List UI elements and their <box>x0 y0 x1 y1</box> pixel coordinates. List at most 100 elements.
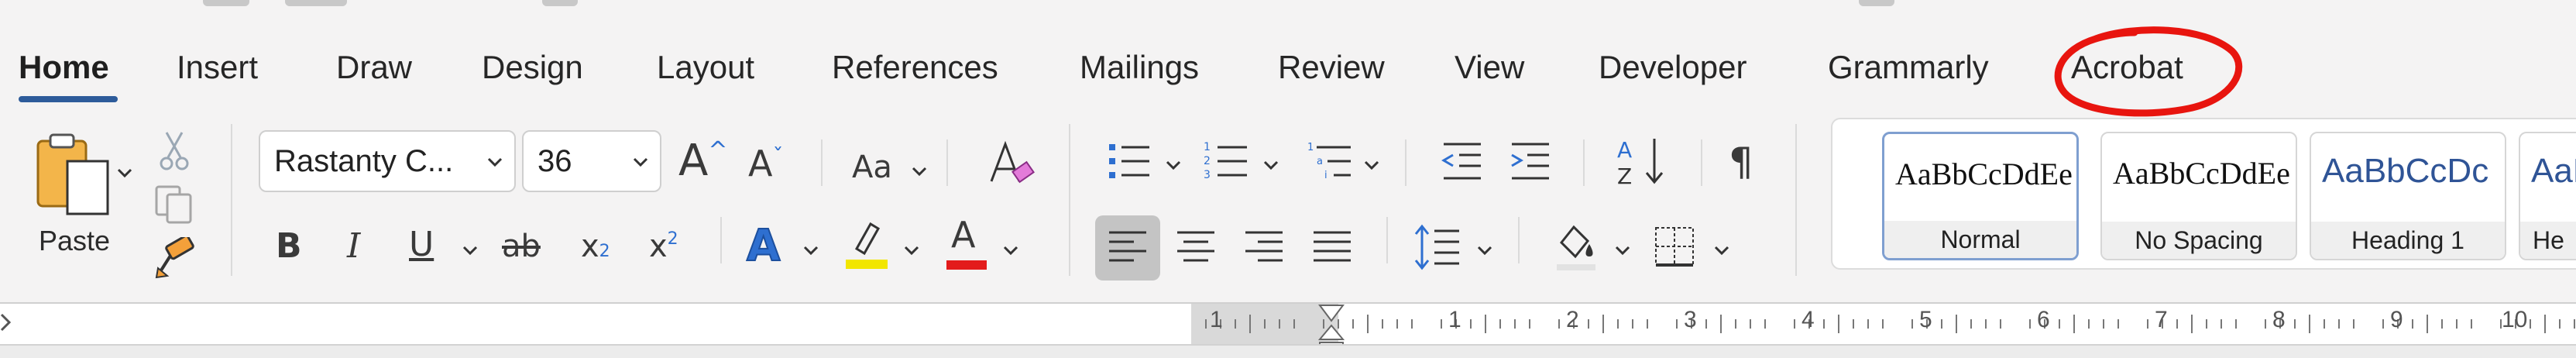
active-tab-indicator <box>19 96 118 102</box>
tab-insert[interactable]: Insert <box>177 48 258 87</box>
grow-font-button[interactable]: A^ <box>678 139 727 183</box>
increase-indent-button[interactable] <box>1507 139 1554 183</box>
tab-home[interactable]: Home <box>19 48 109 87</box>
cut-button[interactable] <box>155 129 194 172</box>
ruler-number: 5 <box>1919 307 1932 332</box>
style-name: No Spacing <box>2102 222 2296 259</box>
font-name-value: Rastanty C... <box>274 144 454 178</box>
style-heading-2[interactable]: AaBbC He <box>2519 132 2576 260</box>
shrink-font-button[interactable]: Aˇ <box>748 146 783 182</box>
copy-button[interactable] <box>152 183 197 226</box>
change-case-label: Aa <box>852 150 892 185</box>
text-effects-button[interactable]: A <box>746 224 781 269</box>
line-spacing-button[interactable] <box>1411 222 1462 273</box>
tab-layout[interactable]: Layout <box>657 48 754 87</box>
borders-button[interactable] <box>1651 223 1698 270</box>
tab-review[interactable]: Review <box>1278 48 1385 87</box>
style-name: Heading 1 <box>2311 222 2505 259</box>
ruler-number: 2 <box>1566 307 1579 332</box>
sort-button[interactable]: A Z <box>1614 133 1670 189</box>
tab-mailings[interactable]: Mailings <box>1080 48 1199 87</box>
font-color-button[interactable]: A <box>943 217 990 271</box>
document-edge <box>0 344 2576 358</box>
numbering-button[interactable]: 1 2 3 <box>1200 138 1250 184</box>
numbering-icon: 1 2 3 <box>1204 141 1247 181</box>
tab-grammarly[interactable]: Grammarly <box>1828 48 1989 87</box>
font-color-swatch <box>946 260 987 270</box>
tab-view[interactable]: View <box>1455 48 1524 87</box>
font-color-chevron-down-icon[interactable] <box>1002 242 1019 259</box>
group-separator <box>1069 124 1070 276</box>
multilevel-chevron-down-icon[interactable] <box>1363 157 1380 174</box>
superscript-button[interactable]: x2 <box>649 231 678 263</box>
underline-label: U <box>409 225 434 264</box>
paste-icon <box>36 133 109 215</box>
subscript-button[interactable]: x2 <box>581 231 610 262</box>
svg-text:i: i <box>1324 170 1327 181</box>
font-size-dropdown[interactable]: 36 <box>522 130 661 192</box>
multilevel-list-button[interactable]: 1 a i <box>1304 138 1354 184</box>
tab-references[interactable]: References <box>832 48 998 87</box>
multilevel-list-icon: 1 a i <box>1307 142 1351 181</box>
align-left-button[interactable] <box>1106 226 1149 270</box>
ruler-number: 3 <box>1684 307 1697 332</box>
title-bar-fragment <box>285 0 347 6</box>
text-effects-chevron-down-icon[interactable] <box>802 242 819 259</box>
align-right-icon <box>1245 231 1283 262</box>
underline-chevron-down-icon[interactable] <box>462 242 479 259</box>
strikethrough-label: ab <box>502 229 541 264</box>
svg-text:1: 1 <box>1307 142 1314 153</box>
align-center-icon <box>1177 231 1214 262</box>
subscript-mark: 2 <box>599 242 610 261</box>
style-normal[interactable]: AaBbCcDdEe Normal <box>1882 132 2079 260</box>
shading-icon <box>1557 225 1595 270</box>
tab-draw[interactable]: Draw <box>336 48 412 87</box>
text-effects-icon: A <box>746 221 781 271</box>
highlight-button[interactable] <box>841 217 892 271</box>
svg-text:Z: Z <box>1617 164 1632 188</box>
svg-text:2: 2 <box>1204 155 1211 167</box>
style-heading-1[interactable]: AaBbCcDc Heading 1 <box>2310 132 2506 260</box>
align-center-button[interactable] <box>1174 226 1218 270</box>
paste-options-chevron-down-icon[interactable] <box>116 164 133 181</box>
ribbon-tab-bar: Home Insert Draw Design Layout Reference… <box>0 0 2576 117</box>
borders-chevron-down-icon[interactable] <box>1713 242 1730 259</box>
style-no-spacing[interactable]: AaBbCcDdEe No Spacing <box>2100 132 2297 260</box>
decrease-indent-button[interactable] <box>1439 139 1485 183</box>
format-painter-button[interactable] <box>152 236 198 281</box>
ruler-scroll-arrow-icon[interactable] <box>0 313 11 332</box>
font-name-dropdown[interactable]: Rastanty C... <box>259 130 516 192</box>
justify-button[interactable] <box>1310 226 1354 270</box>
show-formatting-button[interactable]: ¶ <box>1729 143 1753 181</box>
tab-design[interactable]: Design <box>482 48 583 87</box>
align-right-button[interactable] <box>1242 226 1286 270</box>
clear-formatting-icon <box>990 140 1035 184</box>
change-case-chevron-down-icon[interactable] <box>911 163 928 180</box>
strikethrough-button[interactable]: ab <box>502 231 541 262</box>
bold-button[interactable]: B <box>276 229 302 263</box>
highlight-chevron-down-icon[interactable] <box>903 242 920 259</box>
ruler-number: 4 <box>1801 307 1815 332</box>
shading-button[interactable] <box>1552 222 1600 273</box>
clear-formatting-button[interactable] <box>984 136 1038 191</box>
tab-developer[interactable]: Developer <box>1599 48 1747 87</box>
horizontal-ruler: 1 1 2 3 4 5 6 7 8 9 10 <box>0 302 2576 358</box>
increase-indent-icon <box>1511 143 1549 180</box>
italic-button[interactable]: I <box>347 229 360 263</box>
bullets-chevron-down-icon[interactable] <box>1165 157 1182 174</box>
ruler-number: 1 <box>1448 307 1461 332</box>
bullets-button[interactable] <box>1106 138 1152 184</box>
shading-chevron-down-icon[interactable] <box>1614 242 1631 259</box>
style-name: Normal <box>1884 221 2076 258</box>
ruler-number: 9 <box>2390 307 2403 332</box>
paste-button[interactable] <box>31 130 116 219</box>
change-case-button[interactable]: Aa <box>852 152 892 183</box>
highlighter-icon <box>846 222 888 269</box>
ruler-number: 1 <box>1210 307 1223 332</box>
underline-button[interactable]: U <box>409 228 434 262</box>
ruler-number: 7 <box>2155 307 2168 332</box>
align-left-icon <box>1109 231 1146 262</box>
separator <box>1405 139 1406 186</box>
line-spacing-chevron-down-icon[interactable] <box>1476 242 1493 259</box>
numbering-chevron-down-icon[interactable] <box>1262 157 1279 174</box>
